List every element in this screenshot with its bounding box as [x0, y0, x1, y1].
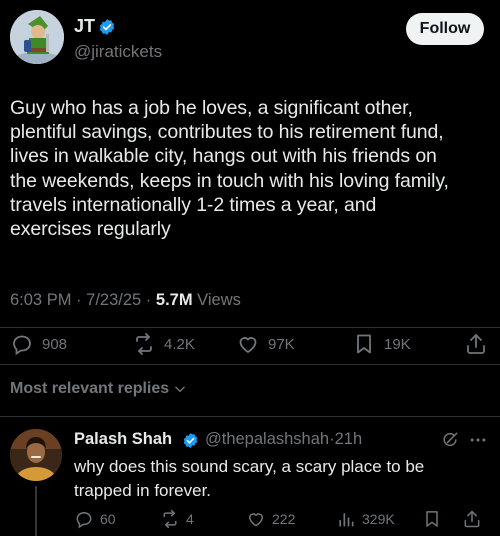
- reply-author-avatar[interactable]: [10, 429, 62, 481]
- tweet-meta: 6:03 PM · 7/23/25 · 5.7M Views: [10, 291, 241, 310]
- views-icon: [336, 509, 356, 529]
- like-icon: [236, 332, 260, 356]
- author-handle[interactable]: @jiratickets: [74, 42, 162, 62]
- reply-repost-count: 4: [186, 511, 194, 527]
- reply-bookmark-button[interactable]: [422, 508, 442, 530]
- bookmark-action[interactable]: 19K: [352, 330, 411, 358]
- share-icon: [462, 509, 482, 529]
- reply-meta: @thepalashshah·21h: [205, 430, 362, 449]
- reply-time[interactable]: 21h: [335, 430, 363, 448]
- repost-action[interactable]: 4.2K: [132, 330, 195, 358]
- share-icon: [464, 332, 488, 356]
- repost-icon: [132, 332, 156, 356]
- reply-like-action[interactable]: 222: [246, 508, 295, 530]
- more-icon: [468, 430, 488, 450]
- tweet-time[interactable]: 6:03 PM: [10, 291, 71, 309]
- reply-reply-count: 60: [100, 511, 116, 527]
- bookmark-count: 19K: [384, 335, 411, 353]
- more-options-button[interactable]: [468, 430, 488, 450]
- reply-text: why does this sound scary, a scary place…: [74, 457, 425, 500]
- views-label: Views: [197, 291, 241, 309]
- replies-sort-dropdown[interactable]: Most relevant replies: [10, 380, 187, 398]
- replies-sort-label: Most relevant replies: [10, 380, 170, 397]
- reply-views-count: 329K: [362, 511, 395, 527]
- reply-views-action[interactable]: 329K: [336, 508, 395, 530]
- divider: [0, 364, 500, 365]
- reply-action[interactable]: 908: [10, 330, 67, 358]
- grok-button[interactable]: [440, 430, 460, 450]
- follow-button[interactable]: Follow: [406, 13, 484, 45]
- views-count: 5.7M: [155, 291, 193, 309]
- verified-badge-icon: [182, 432, 199, 449]
- meta-separator: ·: [145, 291, 152, 309]
- meta-separator: ·: [76, 291, 82, 309]
- reply-icon: [10, 332, 34, 356]
- reply-author-name[interactable]: Palash Shah: [74, 430, 172, 449]
- reply-author-handle[interactable]: @thepalashshah: [205, 430, 329, 448]
- divider: [0, 327, 500, 328]
- share-button[interactable]: [464, 330, 488, 358]
- like-icon: [246, 509, 266, 529]
- thread-line: [35, 486, 37, 536]
- reply-share-button[interactable]: [462, 508, 482, 530]
- repost-icon: [160, 509, 180, 529]
- reply-repost-action[interactable]: 4: [160, 508, 194, 530]
- divider: [0, 416, 500, 417]
- chevron-down-icon: [173, 382, 187, 396]
- repost-count: 4.2K: [164, 335, 195, 353]
- tweet-date[interactable]: 7/23/25: [86, 291, 141, 309]
- reply-like-count: 222: [272, 511, 296, 527]
- author-avatar[interactable]: [10, 10, 64, 64]
- grok-icon: [440, 430, 460, 450]
- author-name[interactable]: JT: [74, 16, 95, 37]
- reply-reply-action[interactable]: 60: [74, 508, 116, 530]
- bookmark-icon: [352, 332, 376, 356]
- bookmark-icon: [422, 509, 442, 529]
- like-action[interactable]: 97K: [236, 330, 295, 358]
- verified-badge-icon: [98, 18, 116, 36]
- tweet-text: Guy who has a job he loves, a significan…: [10, 97, 449, 241]
- reply-count: 908: [42, 335, 68, 353]
- reply-icon: [74, 509, 94, 529]
- like-count: 97K: [268, 335, 295, 353]
